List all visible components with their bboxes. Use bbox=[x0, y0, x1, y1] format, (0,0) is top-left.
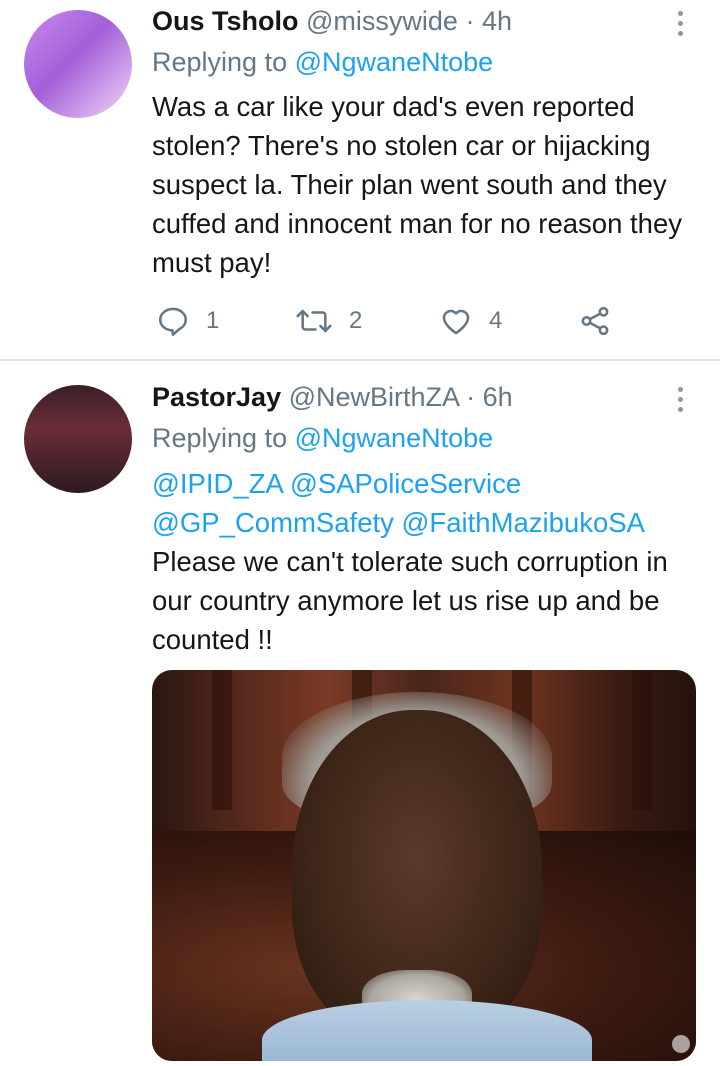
separator: · bbox=[465, 6, 475, 36]
reply-count: 1 bbox=[206, 307, 220, 334]
share-button[interactable] bbox=[578, 301, 612, 341]
like-icon bbox=[442, 309, 470, 335]
retweet-icon bbox=[296, 309, 332, 333]
like-button[interactable]: 4 bbox=[439, 301, 502, 341]
replying-prefix: Replying to bbox=[152, 423, 288, 453]
replying-to-handle[interactable]: @NgwaneNtobe bbox=[295, 47, 494, 77]
tweet-time[interactable]: 6h bbox=[483, 382, 513, 412]
tweet[interactable]: PastorJay @NewBirthZA · 6h Replying to @… bbox=[0, 361, 720, 1066]
reply-button[interactable]: 1 bbox=[156, 301, 219, 341]
tweet-header: PastorJay @NewBirthZA · 6h bbox=[152, 380, 660, 414]
author-name[interactable]: Ous Tsholo bbox=[152, 6, 299, 36]
watermark-icon bbox=[672, 1035, 690, 1053]
tweet[interactable]: Ous Tsholo @missywide · 4h Replying to @… bbox=[0, 0, 720, 360]
replying-to: Replying to @NgwaneNtobe bbox=[152, 44, 493, 80]
share-icon bbox=[581, 306, 609, 336]
tweet-header: Ous Tsholo @missywide · 4h bbox=[152, 4, 660, 38]
more-icon[interactable] bbox=[670, 6, 690, 40]
like-count: 4 bbox=[489, 307, 503, 334]
more-icon[interactable] bbox=[670, 382, 690, 416]
tweet-text: Was a car like your dad's even reported … bbox=[152, 91, 682, 278]
tweet-actions: 1 2 4 bbox=[152, 301, 622, 341]
separator: · bbox=[466, 382, 476, 412]
tweet-text: Please we can't tolerate such corruption… bbox=[152, 546, 668, 655]
author-name[interactable]: PastorJay bbox=[152, 382, 281, 412]
tweet-image[interactable] bbox=[152, 670, 696, 1061]
author-handle[interactable]: @NewBirthZA bbox=[289, 382, 459, 412]
tweet-time[interactable]: 4h bbox=[482, 6, 512, 36]
replying-to: Replying to @NgwaneNtobe bbox=[152, 420, 493, 456]
retweet-count: 2 bbox=[349, 307, 363, 334]
replying-to-handle[interactable]: @NgwaneNtobe bbox=[295, 423, 494, 453]
tweet-mentions[interactable]: @IPID_ZA @SAPoliceService @GP_CommSafety… bbox=[152, 464, 712, 542]
avatar[interactable] bbox=[24, 10, 132, 118]
reply-icon bbox=[158, 307, 188, 337]
avatar[interactable] bbox=[24, 385, 132, 493]
author-handle[interactable]: @missywide bbox=[306, 6, 458, 36]
replying-prefix: Replying to bbox=[152, 47, 288, 77]
retweet-button[interactable]: 2 bbox=[295, 301, 362, 341]
